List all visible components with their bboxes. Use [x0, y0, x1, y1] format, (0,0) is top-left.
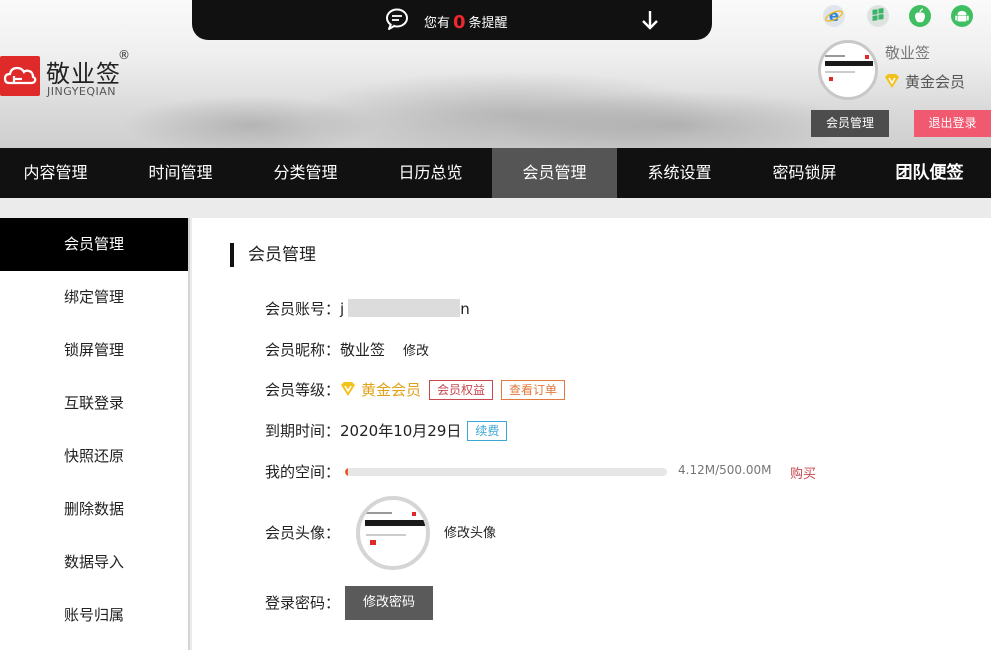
avatar-thumbnail-bar	[825, 61, 873, 66]
account-value-start: j	[340, 300, 345, 318]
ie-icon[interactable]: e	[822, 4, 846, 28]
avatar-thumbnail-dot	[829, 77, 833, 81]
profile-avatar[interactable]	[818, 40, 878, 100]
avatar-thumbnail-line	[366, 512, 392, 514]
logout-button[interactable]: 退出登录	[914, 110, 991, 137]
logo-name: 敬业签	[46, 60, 121, 88]
vip-gold-icon	[884, 73, 900, 89]
sidebar-item-member[interactable]: 会员管理	[0, 218, 188, 271]
nav-system-settings[interactable]: 系统设置	[617, 148, 742, 198]
avatar-label: 会员头像：	[265, 524, 341, 542]
password-row: 登录密码：	[265, 591, 340, 615]
sidebar-item-connect-login[interactable]: 互联登录	[0, 377, 188, 430]
level-value: 黄金会员	[361, 381, 422, 399]
windows-icon[interactable]	[866, 4, 890, 28]
nav-team-notes[interactable]: 团队便签	[867, 148, 991, 198]
expire-label: 到期时间：	[265, 422, 341, 440]
nav-time-management[interactable]: 时间管理	[118, 148, 243, 198]
member-management-button[interactable]: 会员管理	[811, 110, 889, 137]
arrow-down-icon[interactable]	[640, 9, 660, 31]
account-value-end: n	[460, 300, 470, 318]
reminder-text: 您有 0 条提醒	[424, 11, 508, 33]
sidebar: 会员管理 绑定管理 锁屏管理 互联登录 快照还原 删除数据 数据导入 账号归属	[0, 218, 190, 650]
profile-level-text: 黄金会员	[905, 73, 966, 91]
level-row: 会员等级： 黄金会员 会员权益 查看订单	[265, 378, 566, 402]
sidebar-item-binding[interactable]: 绑定管理	[0, 271, 188, 324]
avatar-thumbnail-bar	[365, 520, 425, 526]
expire-date: 2020年10月29日	[340, 422, 462, 440]
sidebar-item-delete-data[interactable]: 删除数据	[0, 483, 188, 536]
space-label: 我的空间：	[265, 463, 341, 481]
logo-cloud-icon	[0, 56, 40, 96]
change-avatar-link[interactable]: 修改头像	[444, 522, 496, 541]
main-nav: 内容管理 时间管理 分类管理 日历总览 会员管理 系统设置 密码锁屏 团队便签	[0, 148, 991, 198]
reminder-count: 0	[453, 12, 466, 33]
storage-usage-text: 4.12M/500.00M	[678, 463, 772, 477]
nickname-label: 会员昵称：	[265, 341, 341, 359]
logo-subtitle: JINGYEQIAN	[47, 85, 117, 98]
page-title: 会员管理	[230, 243, 316, 267]
avatar-thumbnail-line	[825, 55, 845, 57]
header-cloud	[120, 95, 380, 148]
sidebar-item-snapshot[interactable]: 快照还原	[0, 430, 188, 483]
member-rights-button[interactable]: 会员权益	[429, 380, 494, 400]
main-panel: 会员管理 会员账号：j n 会员昵称：敬业签 修改 会员等级： 黄金会员 会员权益 查看订…	[192, 218, 991, 650]
android-icon[interactable]	[950, 4, 974, 28]
level-label: 会员等级：	[265, 381, 341, 399]
svg-text:e: e	[829, 7, 839, 25]
storage-progress-fill	[345, 468, 349, 476]
profile-name: 敬业签	[885, 44, 931, 62]
sidebar-item-account-owner[interactable]: 账号归属	[0, 589, 188, 642]
avatar-thumbnail-line	[366, 534, 406, 536]
account-label: 会员账号：	[265, 300, 341, 318]
avatar-thumbnail-dot	[865, 55, 869, 59]
avatar-thumbnail-dot	[412, 512, 416, 516]
account-redacted	[348, 299, 461, 317]
view-orders-button[interactable]: 查看订单	[501, 380, 566, 400]
nav-calendar-overview[interactable]: 日历总览	[368, 148, 493, 198]
header: 您有 0 条提醒 敬业签 ® JINGYEQIAN e 敬业签 黄金会员 会员管…	[0, 0, 991, 148]
edit-nickname-link[interactable]: 修改	[403, 344, 429, 359]
registered-mark: ®	[118, 48, 130, 62]
expire-row: 到期时间：2020年10月29日 续费	[265, 419, 508, 443]
brand-logo[interactable]: 敬业签 ® JINGYEQIAN	[0, 48, 140, 100]
reminder-suffix: 条提醒	[468, 16, 508, 31]
avatar-row: 会员头像：	[265, 521, 340, 545]
account-row: 会员账号：j n	[265, 297, 470, 321]
renew-button[interactable]: 续费	[467, 421, 508, 441]
nav-category-management[interactable]: 分类管理	[243, 148, 368, 198]
nav-password-lock[interactable]: 密码锁屏	[742, 148, 867, 198]
nav-content-management[interactable]: 内容管理	[0, 148, 118, 198]
reminder-banner[interactable]: 您有 0 条提醒	[192, 0, 712, 40]
password-label: 登录密码：	[265, 594, 341, 612]
apple-icon[interactable]	[908, 4, 932, 28]
sidebar-item-lockscreen[interactable]: 锁屏管理	[0, 324, 188, 377]
sidebar-item-import[interactable]: 数据导入	[0, 536, 188, 589]
change-password-button[interactable]: 修改密码	[345, 586, 433, 620]
profile-level: 黄金会员	[884, 71, 965, 92]
space-row: 我的空间：	[265, 460, 340, 484]
avatar-thumbnail-line	[825, 71, 855, 73]
chat-bubble-icon	[385, 8, 409, 30]
reminder-prefix: 您有	[424, 16, 451, 31]
nickname-value: 敬业签	[340, 341, 386, 359]
nav-member-management[interactable]: 会员管理	[492, 148, 617, 198]
vip-gold-icon	[340, 380, 356, 396]
member-avatar[interactable]	[356, 496, 430, 570]
buy-storage-link[interactable]: 购买	[790, 463, 816, 482]
avatar-thumbnail-dot	[370, 540, 376, 545]
storage-progress-bar	[345, 468, 667, 476]
nickname-row: 会员昵称：敬业签 修改	[265, 338, 429, 362]
